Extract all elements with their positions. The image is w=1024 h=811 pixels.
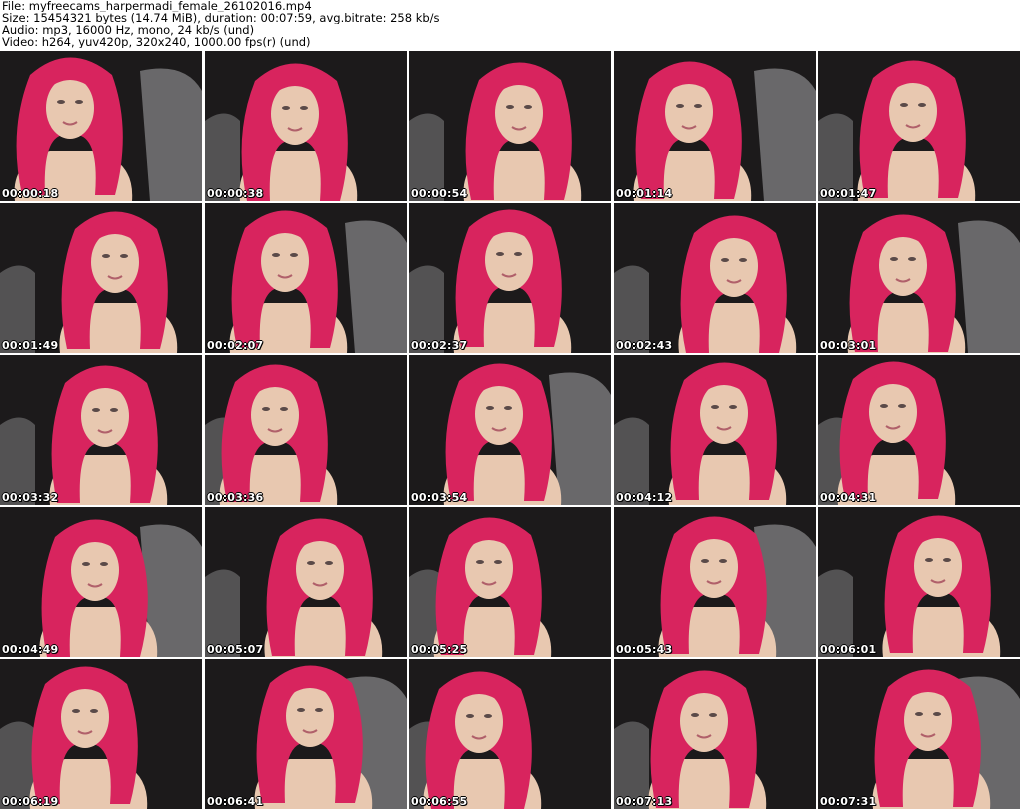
video-thumbnail: 00:03:32 xyxy=(0,355,202,505)
video-thumbnail: 00:01:47 xyxy=(818,51,1020,201)
thumbnail-timestamp: 00:00:18 xyxy=(2,187,59,200)
frame-picture xyxy=(205,51,407,201)
thumbnail-timestamp: 00:06:41 xyxy=(207,795,264,808)
thumbnail-timestamp: 00:01:14 xyxy=(616,187,673,200)
frame-picture xyxy=(205,355,407,505)
video-thumbnail: 00:05:25 xyxy=(409,507,611,657)
thumbnail-timestamp: 00:03:01 xyxy=(820,339,877,352)
thumbnail-timestamp: 00:03:54 xyxy=(411,491,468,504)
thumbnail-timestamp: 00:02:43 xyxy=(616,339,673,352)
frame-picture xyxy=(818,51,1020,201)
frame-picture xyxy=(818,507,1020,657)
thumbnail-timestamp: 00:04:12 xyxy=(616,491,673,504)
video-thumbnail: 00:06:55 xyxy=(409,659,611,809)
frame-picture xyxy=(0,51,202,201)
thumbnail-timestamp: 00:00:38 xyxy=(207,187,264,200)
video-thumbnail: 00:06:19 xyxy=(0,659,202,809)
frame-picture xyxy=(818,659,1020,809)
thumbnail-timestamp: 00:06:19 xyxy=(2,795,59,808)
frame-picture xyxy=(614,507,816,657)
thumbnail-timestamp: 00:03:32 xyxy=(2,491,59,504)
frame-picture xyxy=(0,355,202,505)
video-thumbnail: 00:05:43 xyxy=(614,507,816,657)
thumbnail-timestamp: 00:02:07 xyxy=(207,339,264,352)
thumbnail-timestamp: 00:06:55 xyxy=(411,795,468,808)
video-thumbnail: 00:02:37 xyxy=(409,203,611,353)
video-thumbnail: 00:06:01 xyxy=(818,507,1020,657)
frame-picture xyxy=(409,507,611,657)
video-thumbnail: 00:03:01 xyxy=(818,203,1020,353)
video-thumbnail: 00:00:18 xyxy=(0,51,202,201)
video-thumbnail: 00:01:49 xyxy=(0,203,202,353)
frame-picture xyxy=(205,659,407,809)
thumbnail-timestamp: 00:00:54 xyxy=(411,187,468,200)
frame-picture xyxy=(409,51,611,201)
frame-picture xyxy=(409,203,611,353)
thumbnail-timestamp: 00:04:31 xyxy=(820,491,877,504)
thumbnail-timestamp: 00:01:47 xyxy=(820,187,877,200)
video-thumbnail: 00:00:38 xyxy=(205,51,407,201)
thumbnail-timestamp: 00:07:13 xyxy=(616,795,673,808)
video-thumbnail: 00:04:12 xyxy=(614,355,816,505)
file-size-line: Size: 15454321 bytes (14.74 MiB), durati… xyxy=(2,12,440,24)
frame-picture xyxy=(0,659,202,809)
thumbnail-timestamp: 00:01:49 xyxy=(2,339,59,352)
video-thumbnail: 00:04:49 xyxy=(0,507,202,657)
frame-picture xyxy=(614,203,816,353)
video-thumbnail: 00:07:13 xyxy=(614,659,816,809)
frame-picture xyxy=(409,659,611,809)
frame-picture xyxy=(0,203,202,353)
frame-picture xyxy=(409,355,611,505)
file-info-header: File: myfreecams_harpermadi_female_26102… xyxy=(2,0,1022,50)
frame-picture xyxy=(614,659,816,809)
video-thumbnail: 00:00:54 xyxy=(409,51,611,201)
thumbnail-grid: 00:00:18 00:00:38 00:00:54 00:01:14 00:01:47… xyxy=(0,51,1024,811)
frame-picture xyxy=(818,203,1020,353)
thumbnail-timestamp: 00:05:43 xyxy=(616,643,673,656)
video-thumbnail: 00:06:41 xyxy=(205,659,407,809)
thumbnail-timestamp: 00:05:07 xyxy=(207,643,264,656)
frame-picture xyxy=(0,507,202,657)
thumbnail-timestamp: 00:03:36 xyxy=(207,491,264,504)
thumbnail-timestamp: 00:07:31 xyxy=(820,795,877,808)
frame-picture xyxy=(614,355,816,505)
video-thumbnail: 00:03:36 xyxy=(205,355,407,505)
file-name-line: File: myfreecams_harpermadi_female_26102… xyxy=(2,0,312,12)
thumbnail-timestamp: 00:05:25 xyxy=(411,643,468,656)
video-thumbnail: 00:02:07 xyxy=(205,203,407,353)
video-info-line: Video: h264, yuv420p, 320x240, 1000.00 f… xyxy=(2,36,311,48)
video-thumbnail: 00:02:43 xyxy=(614,203,816,353)
frame-picture xyxy=(614,51,816,201)
thumbnail-timestamp: 00:04:49 xyxy=(2,643,59,656)
video-thumbnail: 00:05:07 xyxy=(205,507,407,657)
audio-info-line: Audio: mp3, 16000 Hz, mono, 24 kb/s (und… xyxy=(2,24,255,36)
video-thumbnail: 00:01:14 xyxy=(614,51,816,201)
video-thumbnail: 00:07:31 xyxy=(818,659,1020,809)
video-thumbnail: 00:04:31 xyxy=(818,355,1020,505)
frame-picture xyxy=(205,203,407,353)
thumbnail-timestamp: 00:02:37 xyxy=(411,339,468,352)
video-thumbnail: 00:03:54 xyxy=(409,355,611,505)
frame-picture xyxy=(205,507,407,657)
frame-picture xyxy=(818,355,1020,505)
thumbnail-timestamp: 00:06:01 xyxy=(820,643,877,656)
